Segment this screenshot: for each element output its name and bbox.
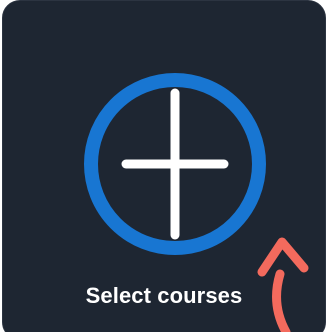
plus-circle-icon[interactable]	[82, 71, 268, 257]
select-courses-label: Select courses	[85, 283, 243, 308]
select-courses-card[interactable]: Select courses	[2, 0, 326, 332]
screenshot-stage: Select courses	[0, 0, 334, 332]
